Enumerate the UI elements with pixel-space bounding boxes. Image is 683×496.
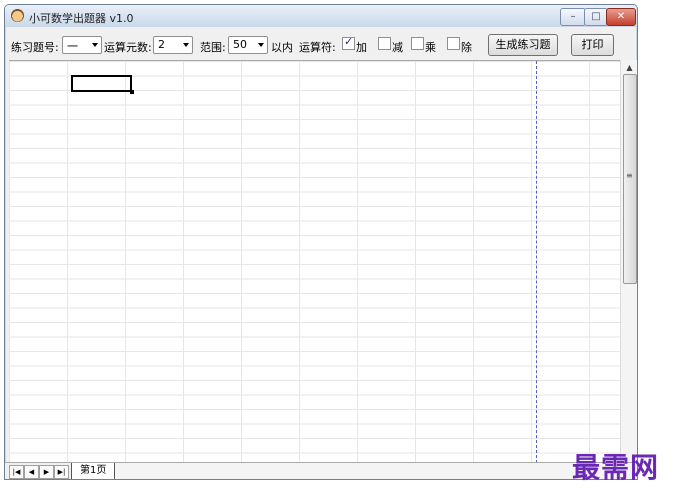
page-break-line [536,61,537,463]
chevron-down-icon [183,43,189,47]
vertical-scrollbar[interactable]: ▲ ≡ [620,60,637,462]
first-sheet-icon[interactable]: |◀ [9,465,24,479]
prev-sheet-icon[interactable]: ◀ [24,465,39,479]
range-suffix: 以内 [271,41,293,54]
next-sheet-icon[interactable]: ▶ [39,465,54,479]
operands-select[interactable]: 2 [153,36,193,54]
add-checkbox[interactable] [342,35,355,50]
sheet-tab-page1[interactable]: 第1页 [71,463,116,479]
minimize-button[interactable]: – [560,8,586,26]
window-title: 小可数学出题器 v1.0 [29,12,134,25]
subtract-label: 减 [392,41,403,54]
add-label: 加 [356,41,367,54]
range-label: 范围: [200,41,226,54]
operands-value: 2 [158,38,165,51]
maximize-button[interactable]: □ [584,8,608,26]
selected-cell[interactable] [71,75,134,94]
operators-label: 运算符: [299,41,336,54]
watermark-text: 最需网 [572,451,660,484]
range-value: 50 [233,38,247,51]
fill-handle[interactable] [130,90,134,94]
toolbar: 练习题号: 一 运算元数: 2 范围: 50 以内 运算符: 加 减 乘 除 生… [5,28,637,59]
sheet-tab-bar: |◀ ◀ ▶ ▶| 第1页 [5,462,637,479]
scroll-thumb[interactable]: ≡ [623,74,637,284]
app-icon [11,9,24,22]
subtract-checkbox[interactable] [378,37,391,50]
print-button[interactable]: 打印 [571,34,614,56]
close-button[interactable]: ✕ [606,8,636,26]
chevron-down-icon [92,43,98,47]
app-window: 小可数学出题器 v1.0 – □ ✕ 练习题号: 一 运算元数: 2 范围: 5… [4,4,638,480]
exercise-label: 练习题号: [11,41,59,54]
chevron-down-icon [258,43,264,47]
operands-label: 运算元数: [104,41,152,54]
exercise-number-select[interactable]: 一 [62,36,102,54]
divide-checkbox[interactable] [447,37,460,50]
grip-icon: ≡ [626,171,633,180]
last-sheet-icon[interactable]: ▶| [54,465,69,479]
spreadsheet-grid[interactable] [9,60,621,463]
generate-exercises-button[interactable]: 生成练习题 [488,34,558,56]
range-select[interactable]: 50 [228,36,268,54]
tab-empty-area [115,463,637,479]
title-bar[interactable]: 小可数学出题器 v1.0 – □ ✕ [5,5,637,27]
multiply-checkbox[interactable] [411,37,424,50]
exercise-number-value: 一 [67,40,78,53]
multiply-label: 乘 [425,41,436,54]
divide-label: 除 [461,41,472,54]
